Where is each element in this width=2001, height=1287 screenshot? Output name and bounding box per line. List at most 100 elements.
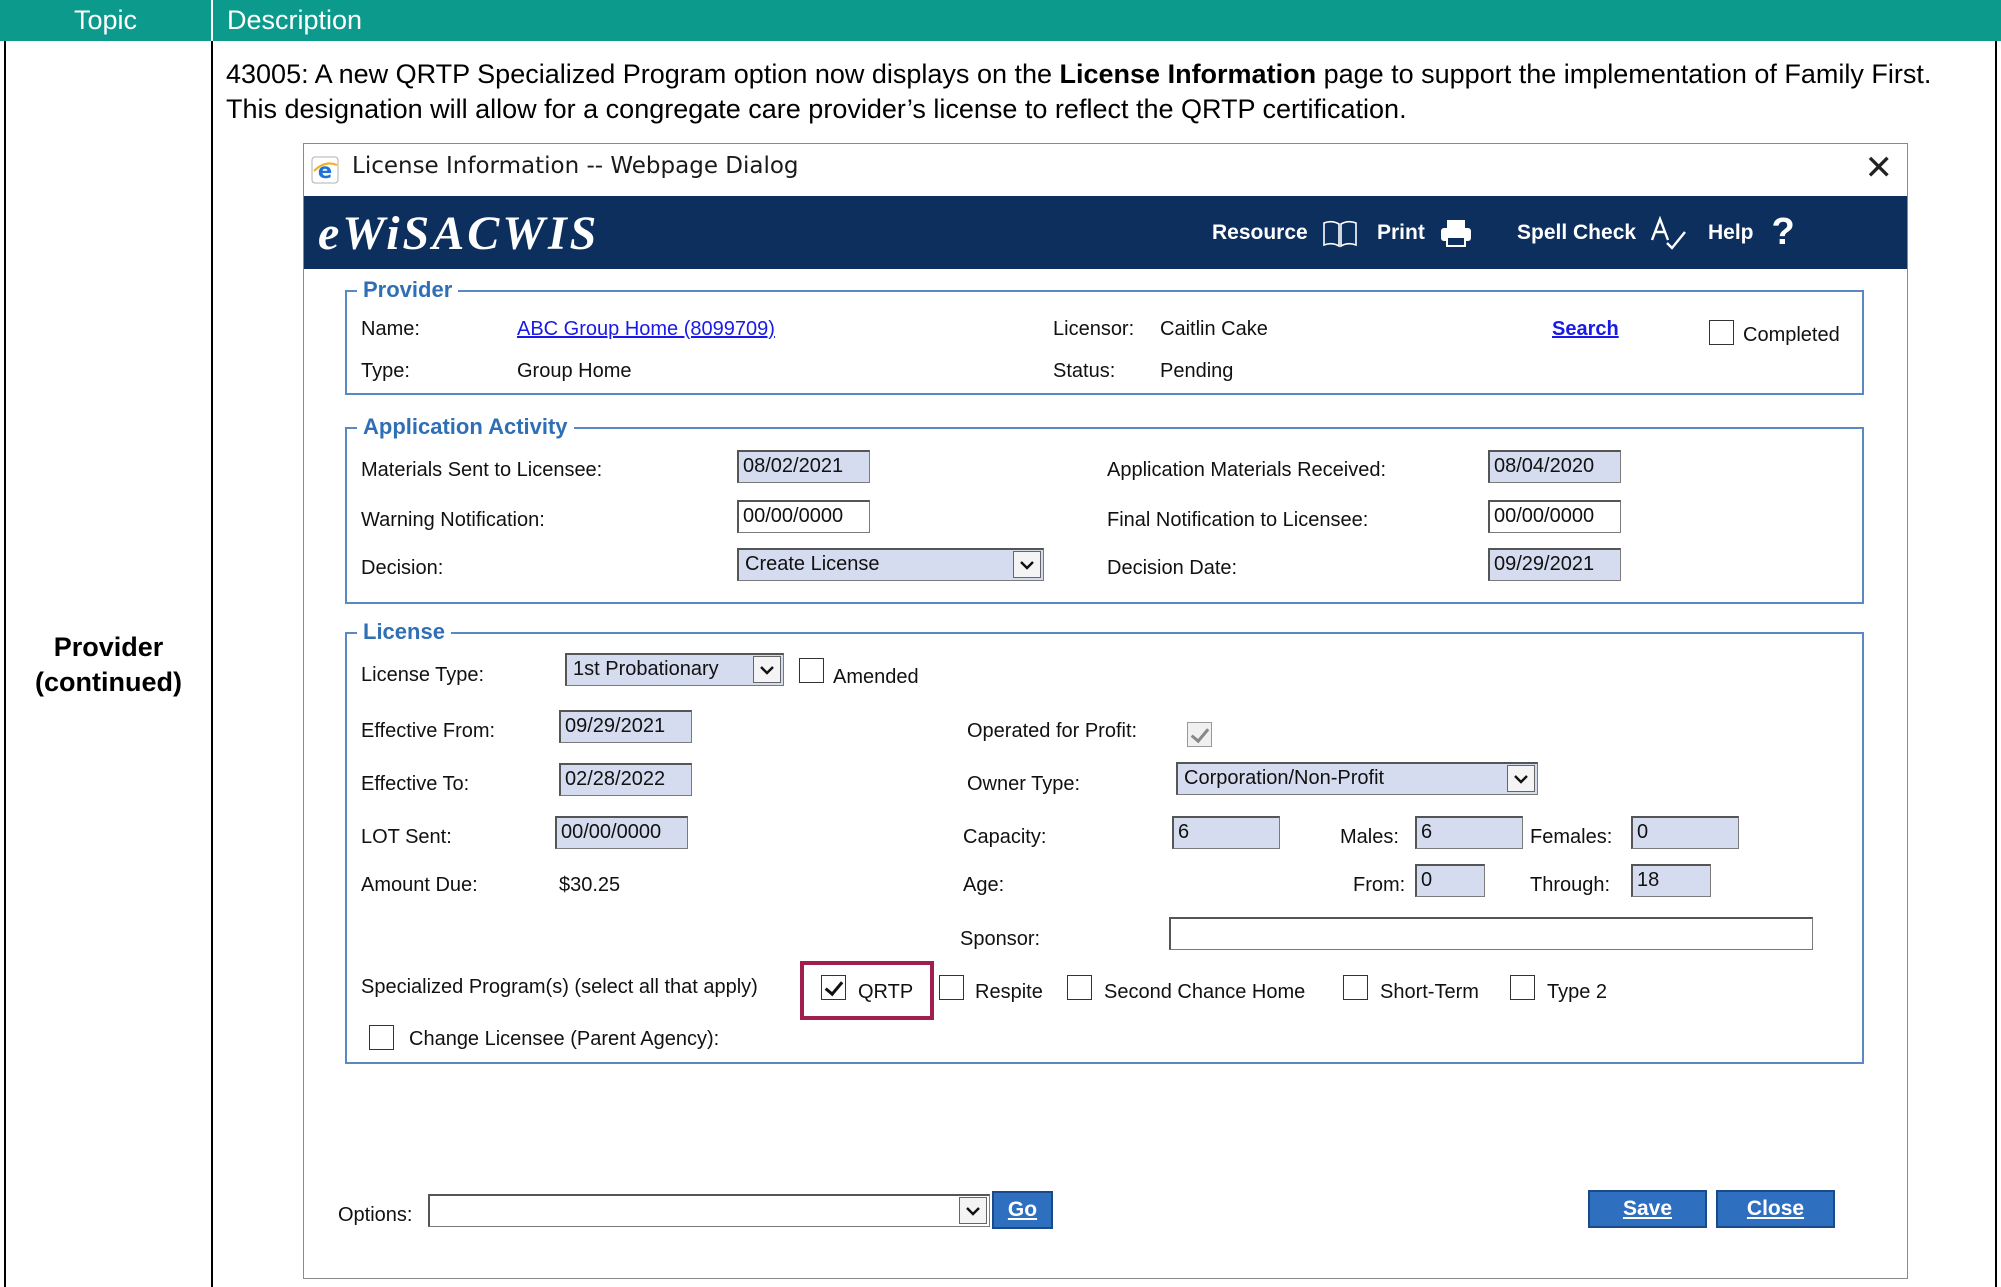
change-licensee-label: Change Licensee (Parent Agency): xyxy=(409,1028,720,1050)
save-label: Save xyxy=(1622,1197,1673,1220)
book-icon xyxy=(1322,217,1358,249)
lot-sent-label: LOT Sent: xyxy=(361,826,452,848)
type-value: Group Home xyxy=(517,360,632,382)
licensor-value: Caitlin Cake xyxy=(1160,318,1268,340)
capacity-label: Capacity: xyxy=(963,826,1047,848)
type-2-checkbox[interactable] xyxy=(1510,975,1535,1000)
second-chance-home-checkbox[interactable] xyxy=(1067,975,1092,1000)
amended-checkbox[interactable] xyxy=(799,658,824,683)
help-icon: ? xyxy=(1771,211,1795,253)
chevron-down-icon xyxy=(1507,765,1535,792)
licensor-label: Licensor: xyxy=(1053,318,1135,340)
license-type-value: 1st Probationary xyxy=(573,658,719,680)
males-label: Males: xyxy=(1340,826,1399,848)
spell-check-label: Spell Check xyxy=(1517,220,1637,244)
final-notification-label: Final Notification to Licensee: xyxy=(1107,509,1369,531)
females-field[interactable]: 0 xyxy=(1631,816,1739,849)
help-link[interactable]: Help ? xyxy=(1708,196,1795,269)
license-legend: License xyxy=(357,618,451,646)
completed-checkbox[interactable] xyxy=(1709,320,1734,345)
spell-check-link[interactable]: Spell Check xyxy=(1517,196,1688,269)
close-icon[interactable]: ✕ xyxy=(1865,148,1894,188)
table-border-middle xyxy=(211,41,213,1287)
amount-due-label: Amount Due: xyxy=(361,874,478,896)
capacity-field[interactable]: 6 xyxy=(1172,816,1280,849)
provider-legend: Provider xyxy=(357,276,459,304)
materials-received-field[interactable]: 08/04/2020 xyxy=(1488,450,1621,483)
specialized-program-label: Specialized Program(s) (select all that … xyxy=(361,976,758,998)
options-label: Options: xyxy=(338,1204,413,1226)
help-label: Help xyxy=(1708,220,1754,244)
age-through-label: Through: xyxy=(1530,874,1611,896)
warning-notification-field[interactable]: 00/00/0000 xyxy=(737,500,870,533)
final-notification-field[interactable]: 00/00/0000 xyxy=(1488,500,1621,533)
decision-date-field[interactable]: 09/29/2021 xyxy=(1488,548,1621,581)
lot-sent-field[interactable]: 00/00/0000 xyxy=(555,816,688,849)
save-button[interactable]: Save xyxy=(1588,1190,1707,1228)
decision-select[interactable]: Create License xyxy=(737,548,1044,581)
age-from-label: From: xyxy=(1353,874,1406,896)
males-field[interactable]: 6 xyxy=(1415,816,1523,849)
respite-label: Respite xyxy=(975,981,1043,1003)
search-link[interactable]: Search xyxy=(1552,316,1619,342)
short-term-checkbox[interactable] xyxy=(1343,975,1368,1000)
short-term-label: Short-Term xyxy=(1380,981,1479,1003)
age-from-field[interactable]: 0 xyxy=(1415,864,1485,897)
females-label: Females: xyxy=(1530,826,1613,848)
print-link[interactable]: Print xyxy=(1377,196,1473,269)
decision-date-label: Decision Date: xyxy=(1107,557,1238,579)
description-text: 43005: A new QRTP Specialized Program op… xyxy=(226,57,1966,127)
effective-to-field[interactable]: 02/28/2022 xyxy=(559,763,692,796)
qrtp-checkbox[interactable] xyxy=(821,975,846,1000)
go-button[interactable]: Go xyxy=(992,1191,1053,1229)
age-label: Age: xyxy=(963,874,1005,896)
description-intro: 43005: A new QRTP Specialized Program op… xyxy=(226,59,1060,89)
effective-from-field[interactable]: 09/29/2021 xyxy=(559,710,692,743)
license-type-label: License Type: xyxy=(361,664,485,686)
completed-label: Completed xyxy=(1743,324,1840,346)
internet-explorer-icon: e xyxy=(311,156,339,184)
type-2-label: Type 2 xyxy=(1547,981,1608,1003)
decision-label: Decision: xyxy=(361,557,444,579)
dialog-titlebar: e License Information -- Webpage Dialog … xyxy=(304,144,1907,196)
amended-label: Amended xyxy=(833,666,919,688)
close-button[interactable]: Close xyxy=(1716,1190,1835,1228)
license-type-select[interactable]: 1st Probationary xyxy=(565,653,784,686)
dialog-title: License Information -- Webpage Dialog xyxy=(352,153,799,179)
materials-received-label: Application Materials Received: xyxy=(1107,459,1387,481)
provider-name-link[interactable]: ABC Group Home (8099709) xyxy=(517,316,775,342)
resource-link[interactable]: Resource xyxy=(1212,196,1358,269)
topic-line-2: (continued) xyxy=(35,667,182,697)
amount-due-value: $30.25 xyxy=(559,874,621,896)
effective-to-label: Effective To: xyxy=(361,773,470,795)
second-chance-home-label: Second Chance Home xyxy=(1104,981,1306,1003)
sponsor-field[interactable] xyxy=(1169,917,1813,950)
sponsor-label: Sponsor: xyxy=(960,928,1041,950)
decision-value: Create License xyxy=(745,553,880,575)
operated-for-profit-checkbox xyxy=(1187,722,1212,747)
column-header-description: Description xyxy=(227,5,363,35)
chevron-down-icon xyxy=(1013,551,1041,578)
topic-cell: Provider (continued) xyxy=(6,630,211,700)
column-header-topic: Topic xyxy=(0,0,213,41)
owner-type-value: Corporation/Non-Profit xyxy=(1184,767,1385,789)
qrtp-label: QRTP xyxy=(858,981,914,1003)
change-licensee-checkbox[interactable] xyxy=(369,1025,394,1050)
age-through-field[interactable]: 18 xyxy=(1631,864,1711,897)
spell-check-icon xyxy=(1650,215,1688,250)
type-label: Type: xyxy=(361,360,410,382)
options-select[interactable] xyxy=(428,1194,990,1227)
table-header: Topic Description xyxy=(0,0,2001,41)
operated-for-profit-label: Operated for Profit: xyxy=(967,720,1138,742)
respite-checkbox[interactable] xyxy=(939,975,964,1000)
license-section: License License Type: 1st Probationary A… xyxy=(345,618,1864,1064)
status-label: Status: xyxy=(1053,360,1116,382)
print-label: Print xyxy=(1377,220,1425,244)
provider-section: Provider Name: ABC Group Home (8099709) … xyxy=(345,276,1864,395)
ewisacwis-logo: eWiSACWIS xyxy=(318,207,600,260)
owner-type-select[interactable]: Corporation/Non-Profit xyxy=(1176,762,1538,795)
chevron-down-icon xyxy=(959,1197,987,1224)
description-page-name: License Information xyxy=(1059,59,1317,89)
materials-sent-field[interactable]: 08/02/2021 xyxy=(737,450,870,483)
owner-type-label: Owner Type: xyxy=(967,773,1081,795)
